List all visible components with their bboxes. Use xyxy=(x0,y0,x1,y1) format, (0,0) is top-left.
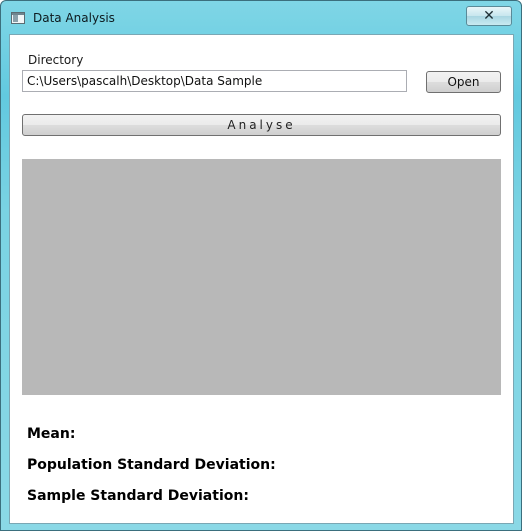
directory-label: Directory xyxy=(28,53,84,67)
app-window: Data Analysis ✕ Directory Open Analyse M… xyxy=(0,0,522,531)
title-bar[interactable]: Data Analysis ✕ xyxy=(1,1,521,35)
close-icon: ✕ xyxy=(483,8,495,24)
client-area: Directory Open Analyse Mean: Population … xyxy=(9,34,514,524)
analyse-button[interactable]: Analyse xyxy=(22,114,501,136)
chart-placeholder-area xyxy=(22,159,501,395)
mean-label: Mean: xyxy=(27,426,76,442)
directory-input[interactable] xyxy=(22,70,407,92)
open-button[interactable]: Open xyxy=(426,71,501,93)
window-title: Data Analysis xyxy=(33,11,115,25)
population-standard-deviation-label: Population Standard Deviation: xyxy=(27,457,276,473)
window-icon xyxy=(11,12,25,24)
sample-standard-deviation-label: Sample Standard Deviation: xyxy=(27,488,249,504)
close-button[interactable]: ✕ xyxy=(466,6,512,26)
